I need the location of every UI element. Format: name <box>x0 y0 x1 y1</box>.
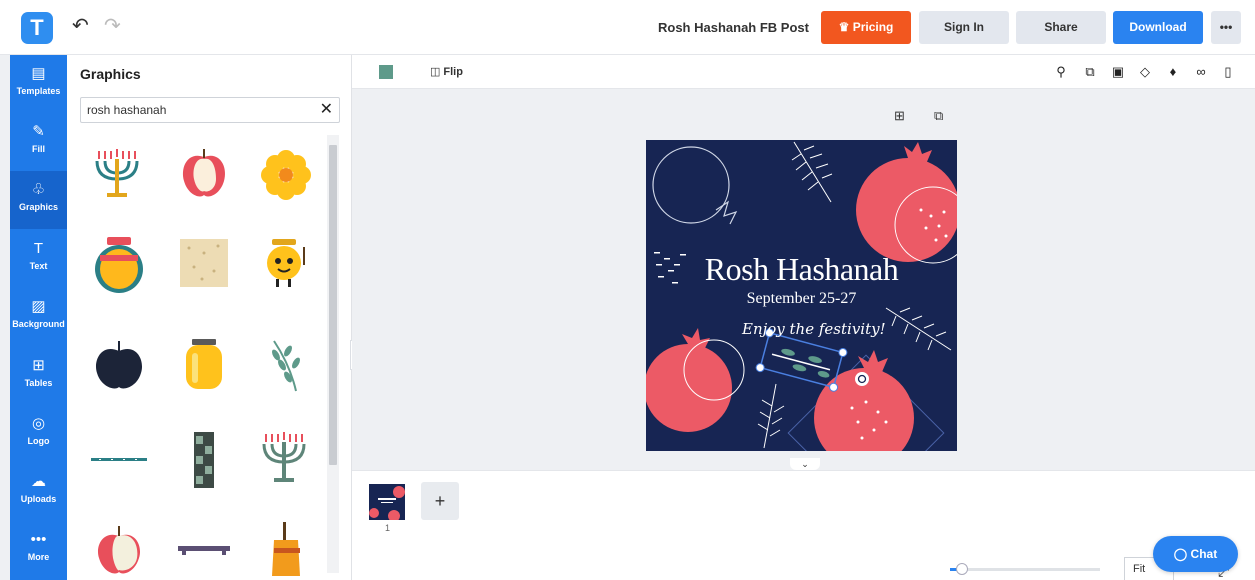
zoom-handle[interactable] <box>956 563 968 575</box>
design-date-text[interactable]: September 25-27 <box>646 290 957 308</box>
design-title-text[interactable]: Rosh Hashanah <box>646 251 957 288</box>
graphic-divider-line[interactable] <box>89 430 149 490</box>
graphic-honey-character[interactable] <box>256 233 316 293</box>
chat-label: Chat <box>1190 547 1218 561</box>
sidebar-item-uploads[interactable]: ☁ Uploads <box>10 463 67 521</box>
sidebar-item-background[interactable]: ▨ Background <box>10 288 67 346</box>
sidebar-item-label: Graphics <box>18 202 58 212</box>
more-icon: ••• <box>30 531 47 548</box>
table-icon: ⊞ <box>32 357 45 374</box>
add-page-button[interactable]: + <box>421 482 459 520</box>
graphic-menorah-2[interactable] <box>256 430 316 490</box>
left-sidebar: ▤ Templates ✎ Fill ♧ Graphics T Text ▨ Backgr… <box>10 55 67 580</box>
sign-in-button[interactable]: Sign In <box>919 11 1009 44</box>
trash-icon[interactable]: ▯ <box>1219 63 1237 81</box>
pomegranate-bottom-left <box>646 328 745 432</box>
rotate-handle <box>855 372 869 386</box>
panel-title: Graphics <box>80 66 141 82</box>
sidebar-item-label: Tables <box>24 378 53 388</box>
duplicate-page-icon[interactable]: ⧉ <box>934 108 943 124</box>
layer-icon[interactable]: ▣ <box>1109 63 1127 81</box>
sidebar-item-graphics[interactable]: ♧ Graphics <box>10 171 67 229</box>
sidebar-item-label: Text <box>29 261 48 271</box>
cloud-upload-icon: ☁ <box>31 473 46 490</box>
link-icon[interactable]: ∞ <box>1192 63 1210 81</box>
design-canvas[interactable]: Rosh Hashanah September 25-27 Enjoy the … <box>646 140 957 451</box>
download-button[interactable]: Download <box>1113 11 1203 44</box>
sidebar-item-label: Fill <box>32 144 45 154</box>
search-input[interactable] <box>87 101 307 119</box>
pages-strip: 1 + Fit ⤢ <box>352 470 1255 580</box>
graphic-yellow-jar[interactable] <box>174 335 234 395</box>
chevron-down-icon[interactable]: ⌄ <box>790 458 820 470</box>
sidebar-item-label: Logo <box>27 436 50 446</box>
chat-bubble-icon: ◯ <box>1173 547 1188 561</box>
redo-icon[interactable]: ↷ <box>104 14 121 38</box>
graphic-olive-branch[interactable] <box>256 335 316 395</box>
water-drop-icon[interactable]: ◇ <box>1136 63 1154 81</box>
graphic-tower[interactable] <box>174 430 234 490</box>
flip-icon: ◫ <box>430 66 441 78</box>
graphic-apple-2[interactable] <box>89 520 149 580</box>
wheat-bottom <box>757 383 785 449</box>
copy-icon[interactable]: ⧉ <box>1081 63 1099 81</box>
sidebar-item-label: Background <box>12 319 65 329</box>
pricing-button[interactable]: ♛ Pricing <box>821 11 911 44</box>
sidebar-item-more[interactable]: ••• More <box>10 521 67 579</box>
share-button[interactable]: Share <box>1016 11 1106 44</box>
graphic-flower[interactable] <box>256 145 316 205</box>
sidebar-item-tables[interactable]: ⊞ Tables <box>10 347 67 405</box>
background-icon: ▨ <box>31 298 46 315</box>
graphics-panel: Graphics ✕ <box>67 55 352 580</box>
paint-roller-icon[interactable]: ⚲ <box>1052 63 1070 81</box>
flip-label: Flip <box>443 66 463 78</box>
sidebar-item-label: Templates <box>16 86 61 96</box>
document-title[interactable]: Rosh Hashanah FB Post <box>658 20 809 35</box>
sidebar-item-fill[interactable]: ✎ Fill <box>10 113 67 171</box>
pricing-label: Pricing <box>852 20 894 34</box>
element-toolbar: ◫ Flip ⚲ ⧉ ▣ ◇ ♦ ∞ ▯ <box>352 55 1255 89</box>
text-icon: T <box>33 240 44 257</box>
brush-icon: ✎ <box>32 123 45 140</box>
templates-icon: ▤ <box>31 65 46 82</box>
chat-button[interactable]: ◯ Chat <box>1153 536 1238 572</box>
sidebar-item-text[interactable]: T Text <box>10 230 67 288</box>
graphic-honey-jar[interactable] <box>89 233 149 293</box>
graphic-menorah[interactable] <box>89 145 149 205</box>
sidebar-item-label: More <box>27 552 50 562</box>
zoom-slider[interactable] <box>950 563 1100 575</box>
sidebar-item-logo[interactable]: ◎ Logo <box>10 405 67 463</box>
sidebar-item-templates[interactable]: ▤ Templates <box>10 55 67 113</box>
design-tagline-text[interactable]: Enjoy the festivity! <box>742 320 886 338</box>
graphic-honey-pot[interactable] <box>256 520 316 580</box>
close-icon[interactable]: ✕ <box>320 100 333 120</box>
fill-color-swatch[interactable] <box>379 65 393 79</box>
shapes-icon: ♧ <box>31 181 46 198</box>
scroll-thumb[interactable] <box>329 145 337 465</box>
flip-button[interactable]: ◫ Flip <box>430 65 463 78</box>
undo-icon[interactable]: ↶ <box>72 14 89 38</box>
graphic-apple-half[interactable] <box>174 145 234 205</box>
pomegranate-top-right <box>856 142 957 264</box>
add-page-icon[interactable]: ⊞ <box>894 108 905 124</box>
wheat-top <box>791 141 833 203</box>
logo-icon: ◎ <box>31 415 46 432</box>
more-options-button[interactable]: ••• <box>1211 11 1241 44</box>
graphic-matzah[interactable] <box>174 233 234 293</box>
sidebar-item-label: Uploads <box>20 494 57 504</box>
panel-scrollbar[interactable] <box>327 135 339 573</box>
app-logo[interactable]: T <box>21 12 53 44</box>
graphic-tray[interactable] <box>174 520 234 580</box>
page-number: 1 <box>385 523 391 533</box>
crown-icon: ♛ <box>838 20 853 34</box>
align-icon[interactable]: ♦ <box>1164 63 1182 81</box>
graphic-dark-apple[interactable] <box>89 335 149 395</box>
outline-pomegranate <box>652 146 738 225</box>
top-bar: T ↶ ↷ Rosh Hashanah FB Post ♛ Pricing Si… <box>0 0 1255 55</box>
page-thumbnail[interactable] <box>369 484 405 520</box>
graphics-search: ✕ <box>80 97 340 123</box>
wheat-right <box>885 307 952 351</box>
